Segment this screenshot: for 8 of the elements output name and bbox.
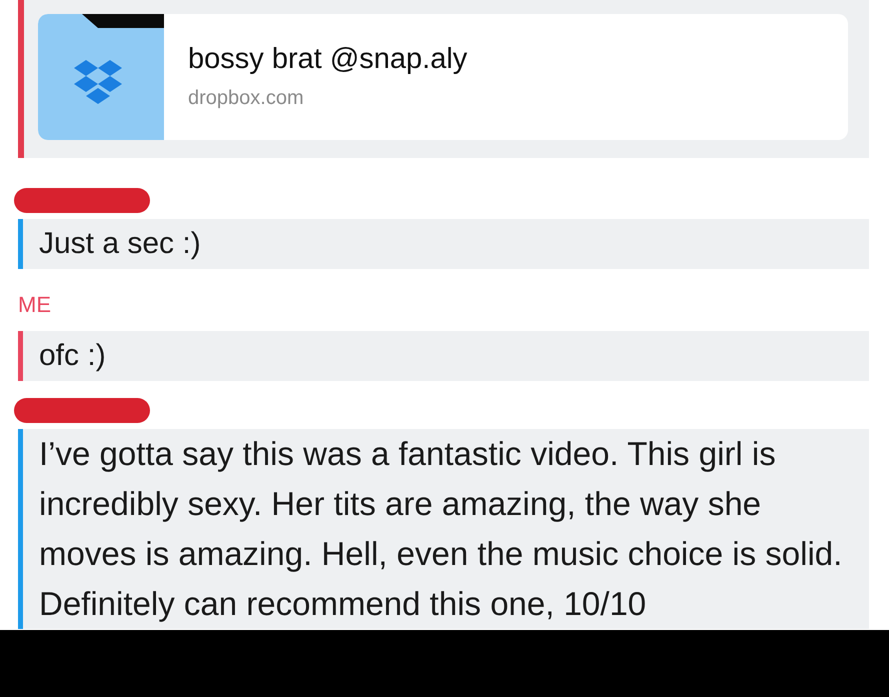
link-domain: dropbox.com bbox=[188, 86, 305, 112]
message-text: I’ve gotta say this was a fantastic video. This girl is incredibly sexy. Her tits are amazing, the way she moves is amazing. Hell, even the music choice is solid. Definitely can recommend this one, 10/10 bbox=[38, 434, 844, 624]
link-card[interactable]: bossy brat @snap.aly dropbox.com bbox=[38, 14, 848, 140]
message-text: ofc :) bbox=[38, 338, 107, 374]
folder-icon bbox=[38, 14, 164, 140]
message-text: Just a sec :) bbox=[38, 226, 202, 262]
link-title: bossy brat @snap.aly bbox=[188, 42, 468, 77]
sender-label: ME bbox=[18, 293, 52, 317]
